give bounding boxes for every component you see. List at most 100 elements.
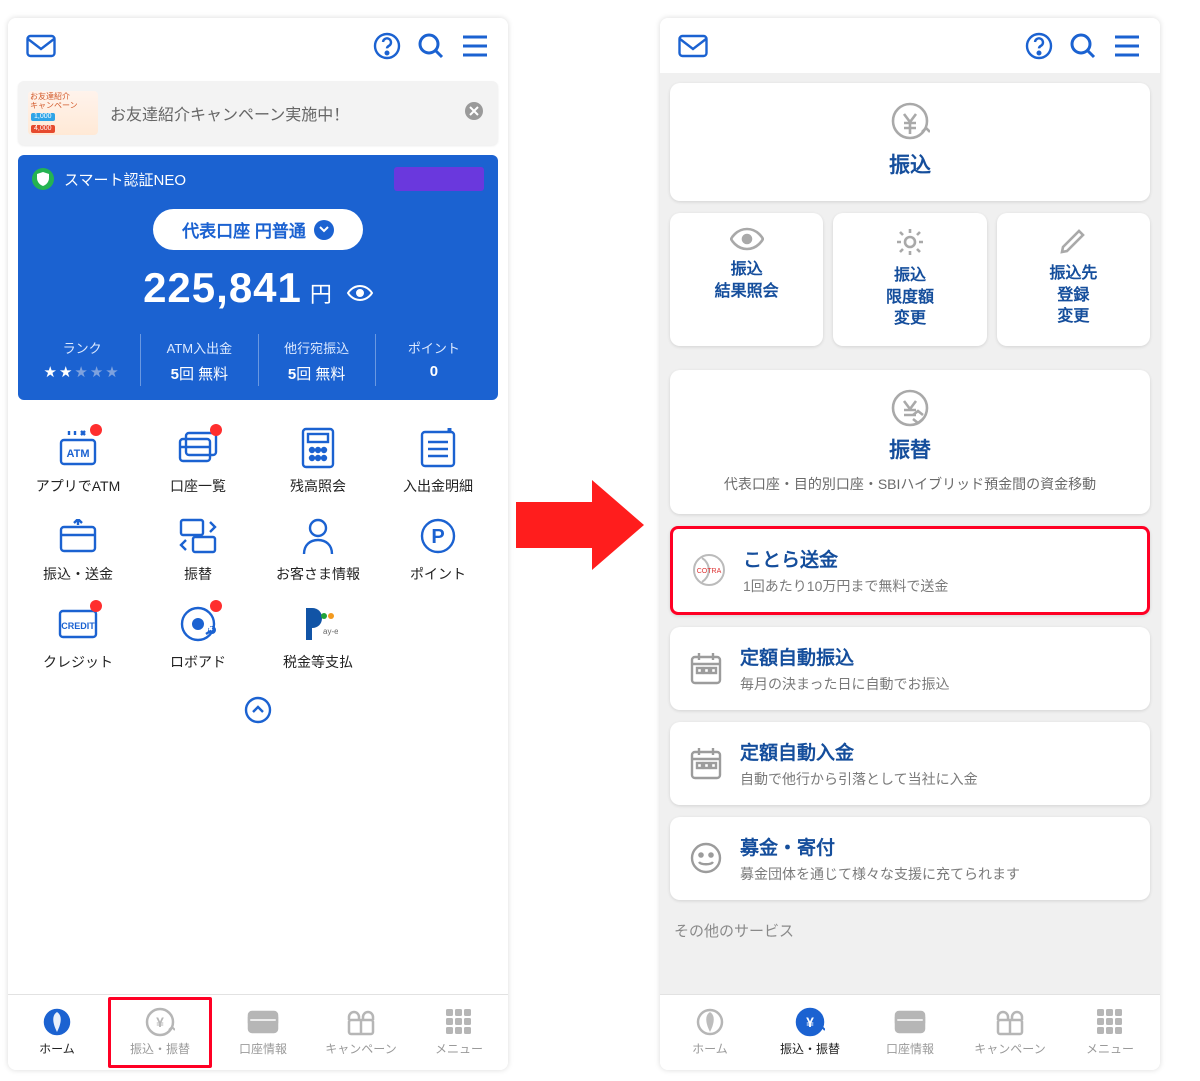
mail-icon[interactable] <box>26 31 56 61</box>
svg-text:COTRA: COTRA <box>697 568 722 575</box>
robo-icon <box>140 602 256 646</box>
grid-label: 残高照会 <box>260 476 376 496</box>
nav-2[interactable]: 口座情報 <box>214 995 312 1070</box>
nav-icon <box>995 1008 1025 1036</box>
nav-3[interactable]: キャンペーン <box>312 995 410 1070</box>
list-item[interactable]: 定額自動振込毎月の決まった日に自動でお振込 <box>670 627 1150 710</box>
nav-1[interactable]: ¥ 振込・振替 <box>760 995 860 1070</box>
list-item[interactable]: COTRA ことら送金 1回あたり10万円まで無料で送金 <box>670 526 1150 615</box>
stat-atm[interactable]: ATM入出金 5回 無料 <box>140 334 257 386</box>
option-gear[interactable]: 振込 限度額 変更 <box>833 213 986 346</box>
mail-icon[interactable] <box>678 31 708 61</box>
pcircle-icon: P <box>380 514 496 558</box>
nav-label: ホーム <box>692 1040 728 1057</box>
stat-points[interactable]: ポイント 0 <box>375 334 492 386</box>
grid-item-person[interactable]: お客さま情報 <box>260 514 376 584</box>
nav-label: 振込・振替 <box>780 1040 840 1057</box>
nav-icon <box>446 1008 472 1036</box>
nav-icon: ¥ <box>795 1008 825 1036</box>
search-icon[interactable] <box>416 31 446 61</box>
hamburger-icon[interactable] <box>1112 31 1142 61</box>
nav-label: 口座情報 <box>886 1040 934 1057</box>
nav-icon <box>43 1008 71 1036</box>
list-icon <box>380 426 496 470</box>
nav-4[interactable]: メニュー <box>410 995 508 1070</box>
visibility-icon[interactable] <box>347 264 373 312</box>
svg-text:¥: ¥ <box>806 1014 814 1030</box>
grid-item-calc[interactable]: 残高照会 <box>260 426 376 496</box>
svg-text:ay-easy: ay-easy <box>323 627 338 636</box>
atm-icon: ATM <box>20 426 136 470</box>
grid-item-list[interactable]: 入出金明細 <box>380 426 496 496</box>
grid-item-cards[interactable]: 口座一覧 <box>140 426 256 496</box>
promo-text: お友達紹介キャンペーン実施中！ <box>110 101 349 125</box>
list-item[interactable]: 募金・寄付募金団体を通じて様々な支援に充てられます <box>670 817 1150 900</box>
bottom-nav: ホーム ¥ 振込・振替 口座情報 キャンペーンメニュー <box>660 994 1160 1070</box>
nav-label: メニュー <box>1086 1040 1134 1057</box>
item-desc: 毎月の決まった日に自動でお振込 <box>740 674 949 694</box>
yen-up-icon <box>680 101 1140 141</box>
grid-item-robo[interactable]: ロボアド <box>140 602 256 672</box>
calc-icon <box>260 426 376 470</box>
shield-icon <box>32 168 54 190</box>
cal-icon <box>686 743 726 783</box>
help-icon[interactable] <box>1024 31 1054 61</box>
transfer-main-button[interactable]: 振込 <box>670 83 1150 201</box>
option-pencil[interactable]: 振込先 登録 変更 <box>997 213 1150 346</box>
nav-0[interactable]: ホーム <box>8 995 106 1070</box>
other-services-header: その他のサービス <box>670 912 1150 943</box>
masked-widget[interactable] <box>394 167 484 191</box>
item-desc: 1回あたり10万円まで無料で送金 <box>743 576 948 596</box>
grid-label: 入出金明細 <box>380 476 496 496</box>
account-stats: ランク ★★★★★ ATM入出金 5回 無料 他行宛振込 5回 無料 ポイント … <box>18 334 498 386</box>
grid-label: アプリでATM <box>20 476 136 496</box>
option-eye[interactable]: 振込 結果照会 <box>670 213 823 346</box>
transfer-body: 振込 振込 結果照会振込 限度額 変更振込先 登録 変更 振替 代表口座・目的別… <box>660 73 1160 994</box>
person-icon <box>260 514 376 558</box>
search-icon[interactable] <box>1068 31 1098 61</box>
eye-icon <box>676 227 817 251</box>
list-item[interactable]: 定額自動入金自動で他行から引落として当社に入金 <box>670 722 1150 805</box>
furikae-sub: 代表口座・目的別口座・SBIハイブリッド預金間の資金移動 <box>682 474 1138 494</box>
grid-item-swap[interactable]: 振替 <box>140 514 256 584</box>
nav-0[interactable]: ホーム <box>660 995 760 1070</box>
promo-thumb: お友達紹介 キャンペーン 1,000 4,000 <box>28 91 98 135</box>
topbar <box>8 18 508 73</box>
item-title: ことら送金 <box>743 545 948 572</box>
nav-icon <box>894 1008 926 1036</box>
nav-label: 口座情報 <box>239 1040 287 1057</box>
grid-item-credit[interactable]: CREDIT クレジット <box>20 602 136 672</box>
stat-rank[interactable]: ランク ★★★★★ <box>24 334 140 386</box>
hamburger-icon[interactable] <box>460 31 490 61</box>
grid-label: 税金等支払 <box>260 652 376 672</box>
nav-icon <box>346 1008 376 1036</box>
nav-4[interactable]: メニュー <box>1060 995 1160 1070</box>
nav-3[interactable]: キャンペーン <box>960 995 1060 1070</box>
account-selector[interactable]: 代表口座 円普通 <box>153 209 363 250</box>
help-icon[interactable] <box>372 31 402 61</box>
grid-label: お客さま情報 <box>260 564 376 584</box>
screen-transfer: 振込 振込 結果照会振込 限度額 変更振込先 登録 変更 振替 代表口座・目的別… <box>660 18 1160 1070</box>
svg-text:P: P <box>431 526 444 548</box>
grid-item-payeasy[interactable]: ay-easy 税金等支払 <box>260 602 376 672</box>
grid-label: クレジット <box>20 652 136 672</box>
grid-item-cardup[interactable]: 振込・送金 <box>20 514 136 584</box>
furikae-label: 振替 <box>682 434 1138 464</box>
close-icon[interactable] <box>464 101 484 126</box>
item-title: 募金・寄付 <box>740 833 1020 860</box>
transfer-options-row: 振込 結果照会振込 限度額 変更振込先 登録 変更 <box>670 213 1150 358</box>
item-title: 定額自動入金 <box>740 738 978 765</box>
grid-label: 振込・送金 <box>20 564 136 584</box>
grid-item-pcircle[interactable]: Pポイント <box>380 514 496 584</box>
nav-label: 振込・振替 <box>130 1040 190 1057</box>
nav-1[interactable]: ¥振込・振替 <box>108 997 212 1068</box>
svg-text:CREDIT: CREDIT <box>61 621 95 631</box>
grid-label: 口座一覧 <box>140 476 256 496</box>
furikae-button[interactable]: 振替 代表口座・目的別口座・SBIハイブリッド預金間の資金移動 <box>670 370 1150 514</box>
stat-transfer[interactable]: 他行宛振込 5回 無料 <box>258 334 375 386</box>
promo-banner[interactable]: お友達紹介 キャンペーン 1,000 4,000 お友達紹介キャンペーン実施中！ <box>18 81 498 145</box>
nav-2[interactable]: 口座情報 <box>860 995 960 1070</box>
grid-item-atm[interactable]: ATM アプリでATM <box>20 426 136 496</box>
item-desc: 募金団体を通じて様々な支援に充てられます <box>740 864 1020 884</box>
collapse-icon[interactable] <box>8 696 508 724</box>
